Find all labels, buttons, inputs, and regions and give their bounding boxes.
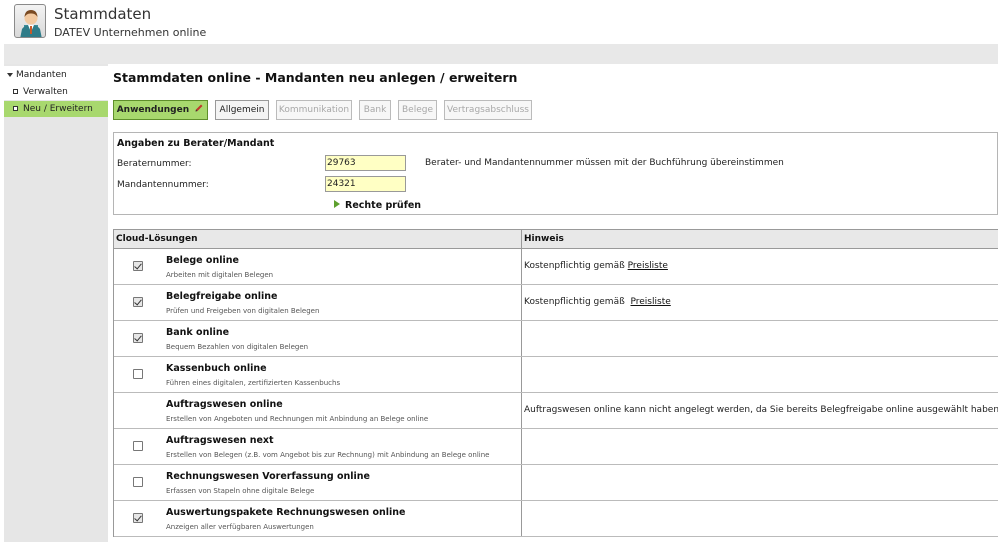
solution-description: Erfassen von Stapeln ohne digitale Beleg… [166, 487, 315, 495]
sidebar: Mandanten Verwalten Neu / Erweitern [4, 64, 108, 542]
solution-description: Prüfen und Freigeben von digitalen Beleg… [166, 307, 320, 315]
app-title: Stammdaten [54, 5, 152, 23]
tab-kommunikation[interactable]: Kommunikation [276, 100, 352, 120]
tab-anwendungen[interactable]: Anwendungen [113, 100, 208, 120]
solution-checkbox[interactable] [133, 297, 143, 307]
solution-cell: Bank online Bequem Bezahlen von digitalen… [114, 321, 522, 356]
price-list-link[interactable]: Preisliste [631, 297, 671, 307]
bullet-square-icon [13, 106, 18, 111]
table-row: Belegfreigabe online Prüfen und Freigeben… [114, 285, 998, 321]
table-header: Cloud-Lösungen Hinweis [114, 230, 998, 249]
tab-allgemein[interactable]: Allgemein [215, 100, 269, 120]
solution-checkbox[interactable] [133, 333, 143, 343]
tab-label: Vertragsabschluss [447, 105, 529, 115]
solution-checkbox[interactable] [133, 261, 143, 271]
advisor-client-panel: Angaben zu Berater/Mandant Beraternummer… [113, 132, 998, 215]
solution-description: Erstellen von Belegen (z.B. vom Angebot … [166, 451, 490, 459]
check-rights-label: Rechte prüfen [345, 200, 422, 211]
sidebar-group-label: Mandanten [16, 70, 67, 80]
column-header-solutions: Cloud-Lösungen [114, 230, 522, 248]
note-cell [522, 429, 998, 464]
solution-cell: Rechnungswesen Vorerfassung online Erfass… [114, 465, 522, 500]
note-cell [522, 357, 998, 392]
note-cell: Kostenpflichtig gemäß Preisliste [522, 285, 998, 320]
table-row: Auftragswesen online Erstellen von Angebo… [114, 393, 998, 429]
solution-description: Erstellen von Angeboten und Rechnungen m… [166, 415, 429, 423]
client-number-label: Mandantennummer: [117, 180, 209, 190]
solution-cell: Belege online Arbeiten mit digitalen Bele… [114, 249, 522, 284]
solution-description: Führen eines digitalen, zertifizierten K… [166, 379, 341, 387]
app-subtitle: DATEV Unternehmen online [54, 26, 207, 39]
solution-checkbox[interactable] [133, 513, 143, 523]
solution-description: Arbeiten mit digitalen Belegen [166, 271, 274, 279]
table-body: Belege online Arbeiten mit digitalen Bele… [114, 249, 998, 537]
solution-checkbox[interactable] [133, 441, 143, 451]
table-row: Auftragswesen next Erstellen von Belegen … [114, 429, 998, 465]
note-text: Kostenpflichtig gemäß Preisliste [524, 297, 671, 307]
solution-cell: Auswertungspakete Rechnungswesen online A… [114, 501, 522, 536]
note-cell: Auftragswesen online kann nicht angelegt… [522, 393, 998, 428]
solution-title: Bank online [166, 327, 230, 338]
solution-cell: Auftragswesen online Erstellen von Angebo… [114, 393, 522, 428]
caret-down-icon [7, 73, 13, 77]
sidebar-group-mandanten[interactable]: Mandanten [4, 66, 108, 84]
solution-title: Auswertungspakete Rechnungswesen online [166, 507, 406, 518]
top-bar [4, 44, 998, 64]
solution-title: Rechnungswesen Vorerfassung online [166, 471, 370, 482]
table-row: Belege online Arbeiten mit digitalen Bele… [114, 249, 998, 285]
solution-title: Auftragswesen online [166, 399, 283, 410]
solution-cell: Kassenbuch online Führen eines digitalen,… [114, 357, 522, 392]
advisor-number-input[interactable] [325, 155, 406, 171]
note-cell [522, 321, 998, 356]
tab-belege[interactable]: Belege [398, 100, 437, 120]
note-prefix: Kostenpflichtig gemäß [524, 297, 625, 307]
note-text: Auftragswesen online kann nicht angelegt… [524, 405, 998, 415]
advisor-number-label: Beraternummer: [117, 159, 192, 169]
sidebar-item-label: Neu / Erweitern [23, 104, 93, 114]
sidebar-item-label: Verwalten [23, 87, 68, 97]
play-icon [334, 200, 340, 208]
solution-checkbox[interactable] [133, 477, 143, 487]
tab-bank[interactable]: Bank [359, 100, 391, 120]
solution-cell: Auftragswesen next Erstellen von Belegen … [114, 429, 522, 464]
tab-label: Kommunikation [278, 105, 350, 115]
solution-title: Auftragswesen next [166, 435, 274, 446]
check-rights-link[interactable]: Rechte prüfen [334, 200, 421, 211]
table-row: Rechnungswesen Vorerfassung online Erfass… [114, 465, 998, 501]
solution-checkbox[interactable] [133, 369, 143, 379]
note-prefix: Kostenpflichtig gemäß [524, 261, 625, 271]
note-text: Kostenpflichtig gemäß Preisliste [524, 261, 668, 271]
sidebar-item-neu-erweitern[interactable]: Neu / Erweitern [4, 101, 108, 117]
note-cell [522, 501, 998, 536]
note-cell [522, 465, 998, 500]
solution-title: Belege online [166, 255, 239, 266]
tab-label: Bank [363, 105, 387, 115]
client-number-input[interactable] [325, 176, 406, 192]
price-list-link[interactable]: Preisliste [628, 261, 668, 271]
solution-cell: Belegfreigabe online Prüfen und Freigeben… [114, 285, 522, 320]
page-title: Stammdaten online - Mandanten neu anlege… [113, 70, 518, 85]
tab-label: Belege [402, 105, 433, 115]
tab-label: Allgemein [219, 105, 265, 115]
number-hint: Berater- und Mandantennummer müssen mit … [425, 158, 784, 168]
cloud-solutions-table: Cloud-Lösungen Hinweis Belege online Arbe… [113, 229, 998, 537]
table-row: Kassenbuch online Führen eines digitalen,… [114, 357, 998, 393]
pencil-icon [195, 104, 203, 112]
tab-vertragsabschluss[interactable]: Vertragsabschluss [444, 100, 532, 120]
bullet-square-icon [13, 89, 18, 94]
solution-description: Bequem Bezahlen von digitalen Belegen [166, 343, 309, 351]
app-header: Stammdaten DATEV Unternehmen online [0, 0, 998, 44]
note-message: Auftragswesen online kann nicht angelegt… [524, 405, 998, 415]
table-row: Bank online Bequem Bezahlen von digitalen… [114, 321, 998, 357]
tab-label: Anwendungen [116, 105, 190, 115]
sidebar-item-verwalten[interactable]: Verwalten [4, 84, 108, 100]
table-row: Auswertungspakete Rechnungswesen online A… [114, 501, 998, 537]
solution-title: Belegfreigabe online [166, 291, 278, 302]
panel-title: Angaben zu Berater/Mandant [117, 138, 275, 149]
solution-title: Kassenbuch online [166, 363, 267, 374]
user-avatar-icon [14, 4, 46, 38]
note-cell: Kostenpflichtig gemäß Preisliste [522, 249, 998, 284]
column-header-note: Hinweis [524, 234, 564, 244]
solution-description: Anzeigen aller verfügbaren Auswertungen [166, 523, 314, 531]
